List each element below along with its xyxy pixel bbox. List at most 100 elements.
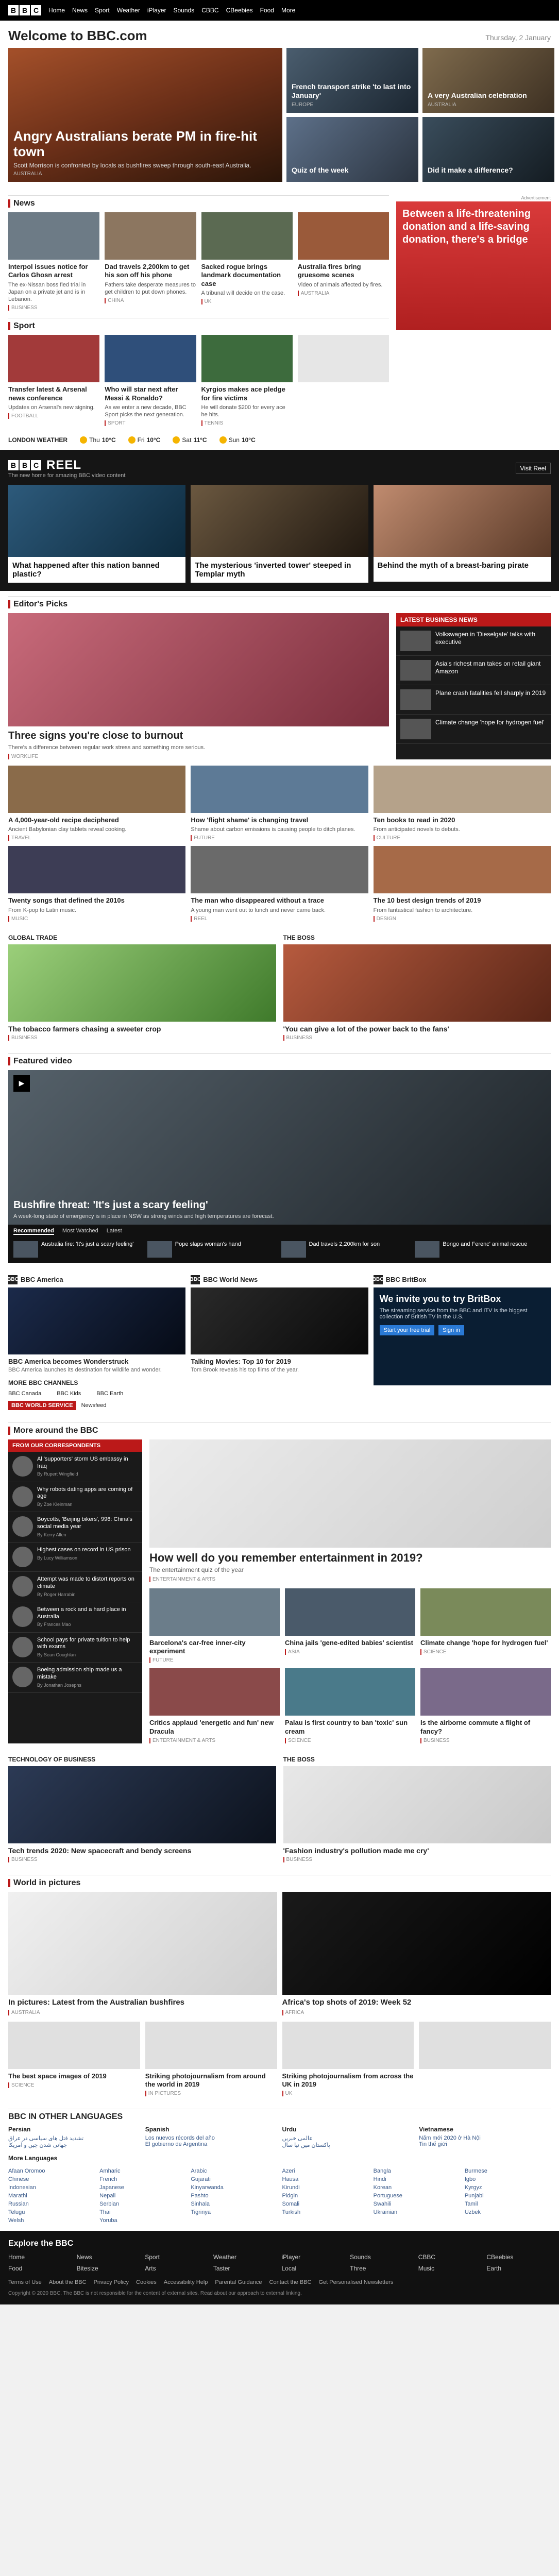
quiz-feature[interactable]: How well do you remember entertainment i… (149, 1439, 551, 1582)
card-tag[interactable]: Sport (105, 420, 196, 427)
card-tag[interactable]: Culture (373, 835, 551, 841)
editors-card[interactable]: The 10 best design trends of 2019 From fa… (373, 846, 551, 922)
sign-in-button[interactable]: Sign in (438, 1325, 464, 1335)
legal-link[interactable]: Contact the BBC (269, 2279, 312, 2285)
weather-day[interactable]: Thu 10°C (80, 436, 116, 444)
play-icon[interactable]: ▶ (13, 1075, 30, 1092)
free-trial-button[interactable]: Start your free trial (379, 1325, 435, 1335)
card-tag[interactable]: China (105, 298, 196, 304)
card-tag[interactable]: Design (373, 916, 551, 922)
language-link[interactable]: Uzbek (465, 2209, 551, 2215)
language-link[interactable]: جهانی شدن چین و آمریکا (8, 2142, 140, 2148)
picture-tag[interactable]: Africa (282, 2009, 551, 2015)
language-link[interactable]: Indonesian (8, 2184, 94, 2191)
language-link[interactable]: Korean (374, 2184, 460, 2191)
card-tag[interactable]: Travel (8, 835, 185, 841)
correspondent-item[interactable]: Al 'supporters' storm US embassy in Iraq… (8, 1452, 142, 1482)
picture-feature[interactable]: In pictures: Latest from the Australian … (8, 1891, 277, 2015)
language-link[interactable]: Turkish (282, 2209, 368, 2215)
language-link[interactable]: Los nuevos récords del año (145, 2135, 277, 2141)
latest-business-title[interactable]: LATEST BUSINESS NEWS (396, 613, 551, 627)
the-boss-promo[interactable]: THE BOSS 'You can give a lot of the powe… (283, 934, 551, 1041)
card-tag[interactable]: Future (149, 1657, 280, 1664)
nav-cbeebies[interactable]: CBeebies (226, 7, 253, 14)
language-link[interactable]: Yoruba (99, 2217, 185, 2224)
video-item[interactable]: Australia fire: 'It's just a scary feeli… (13, 1241, 144, 1258)
promo-tag[interactable]: Business (8, 1856, 276, 1862)
correspondent-item[interactable]: Why robots dating apps are coming of age… (8, 1482, 142, 1513)
latest-item[interactable]: Volkswagen in 'Dieselgate' talks with ex… (396, 626, 551, 656)
sport-card[interactable]: Kyrgios makes ace pledge for fire victim… (201, 335, 293, 427)
nav-food[interactable]: Food (260, 7, 274, 14)
language-link[interactable]: Japanese (99, 2184, 185, 2191)
sport-card[interactable]: Who will star next after Messi & Ronaldo… (105, 335, 196, 427)
world-service-strip[interactable]: BBC WORLD SERVICE Newsfeed (8, 1400, 551, 1410)
language-link[interactable]: Arabic (191, 2168, 277, 2174)
bbc-logo[interactable]: BBC (8, 5, 41, 15)
picture-card[interactable] (419, 2021, 551, 2097)
card-tag[interactable]: In Pictures (145, 2091, 277, 2097)
legal-link[interactable]: Privacy Policy (94, 2279, 129, 2285)
language-link[interactable]: عالمی خبریں (282, 2135, 414, 2142)
footer-link[interactable]: Three (350, 2265, 414, 2272)
around-card[interactable]: Is the airborne commute a flight of fanc… (420, 1668, 551, 1743)
promo-tag[interactable]: Business (283, 1856, 551, 1862)
video-item[interactable]: Bongo and Ferenc' animal rescue (415, 1241, 546, 1258)
hero-tile[interactable]: A very Australian celebration Australia (422, 48, 554, 113)
tab-recommended[interactable]: Recommended (13, 1228, 54, 1235)
channel-bbc-world-news[interactable]: BBC BBC World News Talking Movies: Top 10… (190, 1275, 368, 1373)
language-link[interactable]: Tin thế giới (419, 2141, 551, 2147)
legal-link[interactable]: Get Personalised Newsletters (318, 2279, 393, 2285)
picture-tag[interactable]: Australia (8, 2009, 277, 2015)
footer-link[interactable]: Earth (486, 2265, 551, 2272)
correspondent-item[interactable]: Boeing admission ship made us a mistake B… (8, 1663, 142, 1693)
more-channel-link[interactable]: BBC Canada (8, 1391, 41, 1397)
language-link[interactable]: Afaan Oromoo (8, 2168, 94, 2174)
hero-tile[interactable]: Quiz of the week (286, 117, 418, 182)
language-link[interactable]: Serbian (99, 2201, 185, 2207)
editors-card[interactable]: The man who disappeared without a trace A… (191, 846, 368, 922)
around-card[interactable]: China jails 'gene-edited babies' scienti… (285, 1588, 415, 1664)
footer-link[interactable]: CBeebies (486, 2253, 551, 2261)
correspondent-item[interactable]: Highest cases on record in US prison By L… (8, 1543, 142, 1572)
language-name[interactable]: Urdu (282, 2126, 414, 2133)
correspondent-item[interactable]: Attempt was made to distort reports on c… (8, 1572, 142, 1602)
card-tag[interactable]: Business (420, 1737, 551, 1743)
footer-link[interactable]: News (77, 2253, 141, 2261)
card-tag[interactable]: Tennis (201, 420, 293, 427)
language-link[interactable]: Burmese (465, 2168, 551, 2174)
footer-link[interactable]: iPlayer (282, 2253, 346, 2261)
around-card[interactable]: Barcelona's car-free inner-city experime… (149, 1588, 280, 1664)
card-tag[interactable]: Football (8, 413, 99, 419)
footer-link[interactable]: Bitesize (77, 2265, 141, 2272)
latest-item[interactable]: Asia's richest man takes on retail giant… (396, 656, 551, 686)
the-boss-promo-2[interactable]: THE BOSS 'Fashion industry's pollution m… (283, 1756, 551, 1862)
channel-bbc-britbox[interactable]: BBC BBC BritBox We invite you to try Brit… (372, 1275, 551, 1385)
nav-home[interactable]: Home (48, 7, 65, 14)
advertisement[interactable]: Between a life-threatening donation and … (396, 201, 551, 330)
news-card[interactable]: Interpol issues notice for Carlos Ghosn … (8, 212, 100, 311)
language-link[interactable]: Azeri (282, 2168, 368, 2174)
correspondent-item[interactable]: School pays for private tuition to help … (8, 1633, 142, 1663)
footer-link[interactable]: CBBC (418, 2253, 483, 2261)
footer-link[interactable]: Music (418, 2265, 483, 2272)
language-link[interactable]: Kyrgyz (465, 2184, 551, 2191)
more-channel-link[interactable]: BBC Earth (96, 1391, 123, 1397)
language-link[interactable]: Gujarati (191, 2176, 277, 2182)
around-card[interactable]: Climate change 'hope for hydrogen fuel' S… (420, 1588, 551, 1664)
quiz-tag[interactable]: Entertainment & Arts (149, 1576, 551, 1582)
news-card[interactable]: Australia fires bring gruesome scenes Vid… (297, 212, 389, 311)
sport-card[interactable] (297, 335, 389, 426)
language-link[interactable]: Russian (8, 2201, 94, 2207)
reel-card[interactable]: What happened after this nation banned p… (8, 485, 186, 583)
nav-iplayer[interactable]: iPlayer (147, 7, 166, 14)
nav-weather[interactable]: Weather (117, 7, 140, 14)
footer-link[interactable]: Sport (145, 2253, 209, 2261)
picture-card[interactable]: The best space images of 2019 Science (8, 2021, 140, 2097)
editors-card[interactable]: How 'flight shame' is changing travel Sha… (191, 765, 368, 841)
editors-card[interactable]: A 4,000-year-old recipe deciphered Ancien… (8, 765, 186, 841)
news-heading[interactable]: News (13, 199, 35, 208)
legal-link[interactable]: Cookies (136, 2279, 157, 2285)
language-name[interactable]: Persian (8, 2126, 140, 2133)
correspondent-item[interactable]: Between a rock and a hard place in Austr… (8, 1602, 142, 1633)
